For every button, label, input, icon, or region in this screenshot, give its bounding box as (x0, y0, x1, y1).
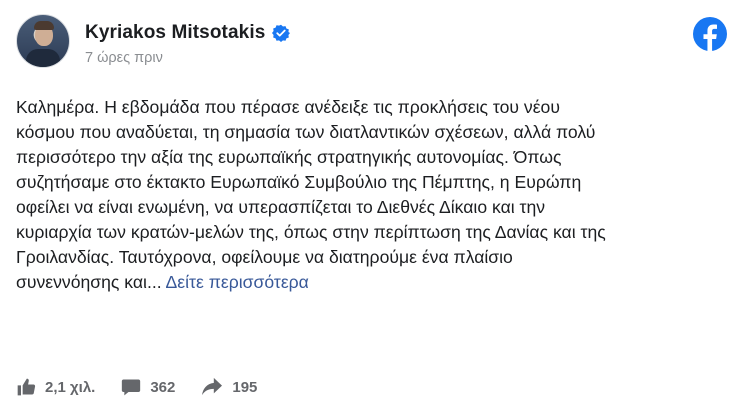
see-more-link[interactable]: Δείτε περισσότερα (166, 272, 309, 292)
share-arrow-icon (202, 377, 223, 396)
comments-count[interactable]: 362 (121, 377, 175, 397)
post-meta: Kyriakos Mitsotakis 7 ώρες πριν (85, 22, 291, 66)
shares-label: 195 (232, 378, 258, 396)
comment-bubble-icon (122, 379, 141, 396)
post-footer: 2,1 χιλ. 362 195 (16, 377, 283, 397)
author-name[interactable]: Kyriakos Mitsotakis (85, 22, 265, 44)
author-avatar[interactable] (16, 14, 70, 68)
post-header: Kyriakos Mitsotakis 7 ώρες πριν (16, 14, 291, 68)
shares-count[interactable]: 195 (201, 377, 257, 397)
facebook-logo-icon[interactable] (693, 17, 727, 51)
comments-label: 362 (150, 378, 176, 396)
thumbs-up-icon (17, 378, 36, 396)
likes-count[interactable]: 2,1 χιλ. (16, 377, 95, 397)
author-row: Kyriakos Mitsotakis (85, 22, 291, 44)
likes-label: 2,1 χιλ. (45, 378, 96, 396)
post-timestamp[interactable]: 7 ώρες πριν (85, 50, 290, 66)
verified-badge-icon (272, 24, 291, 42)
post-text: Καλημέρα. Η εβδομάδα που πέρασε ανέδειξε… (16, 97, 606, 292)
post-body: Καλημέρα. Η εβδομάδα που πέρασε ανέδειξε… (16, 95, 728, 295)
